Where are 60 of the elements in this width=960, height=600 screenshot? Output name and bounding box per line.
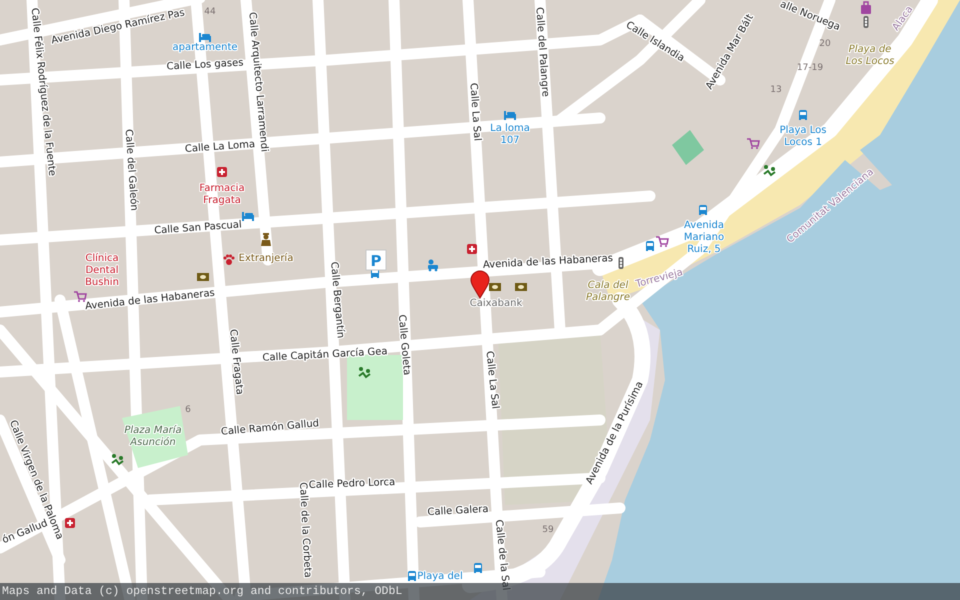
house-number: 17-19 — [796, 63, 824, 73]
street-label: Avenida de las Habaneras — [84, 288, 216, 312]
traffic-light-icon — [618, 257, 624, 269]
street-label: Calle La Loma — [184, 139, 256, 155]
place-label: Playa de Los Locos — [846, 44, 894, 67]
street-label: Calle de la Sal — [492, 519, 512, 591]
house-number: 20 — [819, 39, 831, 49]
house-number: 44 — [204, 7, 216, 17]
bed-icon — [504, 111, 516, 120]
street-label: Calle Capitán García Gea — [262, 346, 388, 364]
pharmacy-icon — [65, 518, 75, 528]
street-label: Calle Bergantín — [328, 261, 346, 339]
street-label: Avenida de las Habaneras — [482, 253, 614, 271]
place-label: Playa del — [417, 571, 463, 582]
shopping-cart-icon — [74, 291, 87, 302]
banknote-icon — [197, 273, 209, 281]
street-label: Calle Goleta — [396, 314, 412, 376]
playground-icon — [111, 454, 124, 466]
house-number: 13 — [770, 85, 782, 95]
street-label: Calle del Galeón — [122, 128, 140, 212]
banknote-icon — [515, 283, 527, 291]
playground-icon — [358, 367, 371, 378]
house-number: 6 — [185, 405, 191, 415]
playground-icon — [763, 165, 776, 176]
street-label: Calle Galera — [427, 504, 489, 518]
park-area — [347, 355, 403, 420]
street-label: Calle Pedro Lorca — [308, 477, 396, 491]
sports-pitch-area — [672, 130, 704, 165]
place-label: Extranjería — [238, 253, 294, 264]
banknote-icon — [489, 283, 501, 291]
traffic-light-icon — [864, 16, 868, 28]
place-label: La loma 107 — [490, 123, 530, 146]
street-label: Calle Fragata — [227, 328, 245, 396]
place-label: apartamente — [172, 42, 238, 53]
person-icon — [261, 233, 271, 246]
marker-pin-icon[interactable] — [470, 270, 490, 298]
parking-sign: P — [366, 250, 386, 270]
pharmacy-icon — [217, 167, 227, 177]
place-label: Clínica Dental Bushin — [85, 253, 119, 288]
shopping-cart-icon — [656, 236, 669, 247]
place-label: Cala del Palangre — [586, 280, 630, 303]
house-number: 59 — [542, 525, 554, 535]
shopping-cart-icon — [747, 138, 760, 149]
place-label: Playa Los Locos 1 — [780, 125, 826, 148]
place-label: Caixabank — [470, 298, 522, 309]
street-label: Calle del Palangre — [533, 6, 551, 98]
pharmacy-icon — [467, 244, 477, 254]
street-label: Calle La Sal — [484, 350, 500, 410]
shopping-bag-icon — [861, 1, 871, 14]
paw-icon — [224, 254, 234, 265]
place-label: Farmacia Fragata — [199, 183, 245, 206]
street-label: Calle Ramón Gallud — [220, 418, 320, 438]
street-label: Calle Los gases — [166, 58, 244, 72]
street-label: Calle La Sal — [467, 82, 483, 142]
street-label: Calle San Pascual — [154, 219, 242, 237]
car-icon — [428, 260, 438, 272]
bed-icon — [199, 33, 211, 42]
place-label: Avenida Mariano Ruiz, 5 — [684, 220, 724, 255]
bed-icon — [242, 212, 254, 221]
place-label: Plaza María Asunción — [124, 425, 182, 448]
